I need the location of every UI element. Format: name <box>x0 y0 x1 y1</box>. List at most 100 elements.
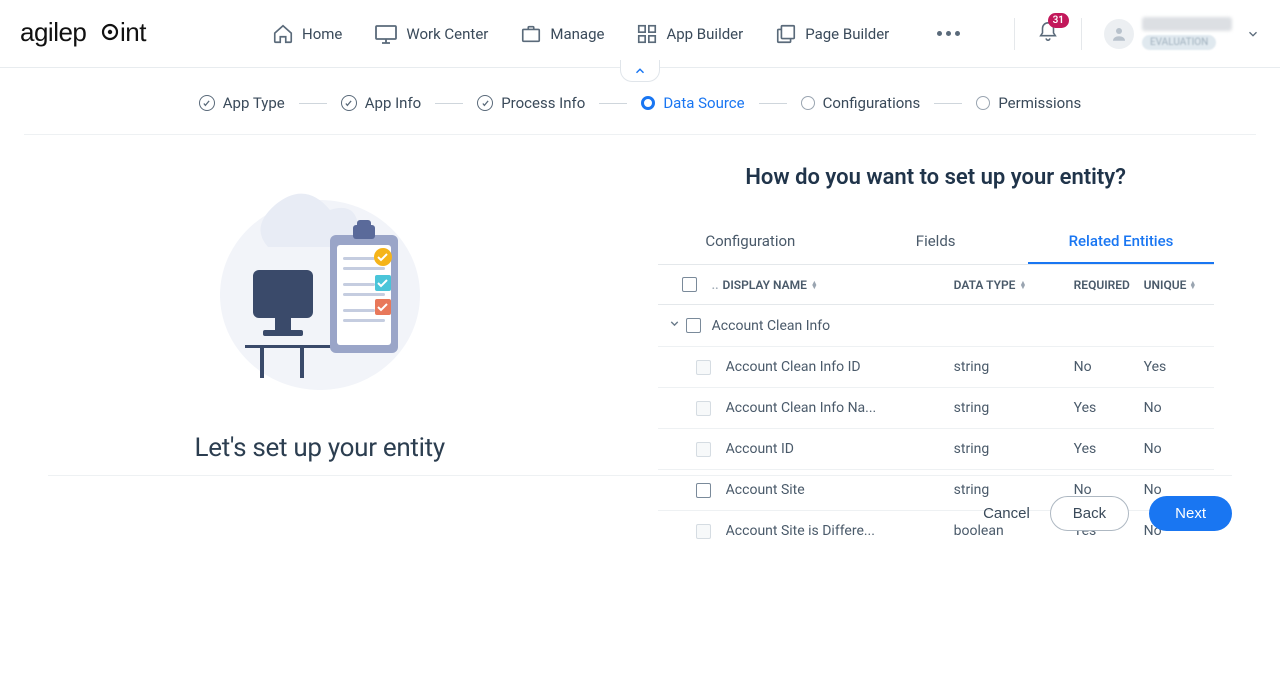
col-data-type[interactable]: DATA TYPE ▲▼ <box>954 278 1074 292</box>
person-icon <box>1110 25 1128 43</box>
svg-text:agilep: agilep <box>20 19 86 47</box>
notification-badge: 31 <box>1048 13 1069 28</box>
row-checkbox <box>696 360 711 375</box>
group-checkbox[interactable] <box>686 318 712 333</box>
chevron-down-icon <box>668 317 681 330</box>
step-process-info[interactable]: Process Info <box>477 94 585 112</box>
expand-toggle[interactable] <box>668 317 686 334</box>
col-unique[interactable]: UNIQUE ▲▼ <box>1144 278 1204 292</box>
connector <box>934 103 962 104</box>
group-row: Account Clean Info <box>658 305 1214 347</box>
main-nav: Home Work Center Manage App Builder Page… <box>272 23 968 45</box>
monitor-icon <box>374 23 398 45</box>
right-title: How do you want to set up your entity? <box>745 165 1126 190</box>
nav-home[interactable]: Home <box>272 23 342 45</box>
nav-manage-label: Manage <box>550 25 604 43</box>
cell-name: Account ID <box>726 441 954 457</box>
wizard-footer: Cancel Back Next <box>48 475 1232 531</box>
divider <box>1081 18 1082 50</box>
nav-app-builder-label: App Builder <box>666 25 743 43</box>
chevron-up-icon <box>633 64 647 78</box>
page-icon <box>775 23 797 45</box>
step-label: Permissions <box>998 94 1081 112</box>
topbar-right: 31 EVALUATION <box>1014 17 1260 50</box>
nav-page-builder-label: Page Builder <box>805 25 889 43</box>
connector <box>299 103 327 104</box>
cell-name: Account Clean Info Na... <box>726 400 954 416</box>
tab-fields[interactable]: Fields <box>843 220 1028 264</box>
collapse-header-button[interactable] <box>620 60 660 82</box>
nav-manage[interactable]: Manage <box>520 23 604 45</box>
cell-unique: Yes <box>1144 359 1204 375</box>
cell-unique: No <box>1144 441 1204 457</box>
tab-related-entities[interactable]: Related Entities <box>1028 220 1213 264</box>
connector <box>759 103 787 104</box>
todo-ring-icon <box>976 96 990 110</box>
step-label: Data Source <box>663 94 744 112</box>
user-menu[interactable]: EVALUATION <box>1104 17 1260 50</box>
nav-page-builder[interactable]: Page Builder <box>775 23 889 45</box>
chevron-down-icon <box>1246 27 1260 41</box>
check-circle-icon <box>477 95 493 111</box>
avatar <box>1104 19 1134 49</box>
top-bar: agilep int Home Work Center Manage App B… <box>0 0 1280 68</box>
table-row: Account Clean Info ID string No Yes <box>658 347 1214 388</box>
cell-type: string <box>954 441 1074 457</box>
user-text: EVALUATION <box>1142 17 1232 50</box>
step-permissions[interactable]: Permissions <box>976 94 1081 112</box>
cell-name: Account Clean Info ID <box>726 359 954 375</box>
cancel-button[interactable]: Cancel <box>983 505 1030 522</box>
divider <box>1014 18 1015 50</box>
nav-work-center[interactable]: Work Center <box>374 23 488 45</box>
col-display-name[interactable]: .. DISPLAY NAME ▲▼ <box>712 278 954 292</box>
cell-required: No <box>1074 359 1144 375</box>
cell-required: Yes <box>1074 441 1144 457</box>
home-icon <box>272 23 294 45</box>
step-label: App Type <box>223 94 285 112</box>
cell-required: Yes <box>1074 400 1144 416</box>
entity-tabs: Configuration Fields Related Entities <box>658 220 1214 265</box>
next-button[interactable]: Next <box>1149 496 1232 531</box>
row-checkbox <box>696 442 711 457</box>
cell-type: string <box>954 359 1074 375</box>
nav-home-label: Home <box>302 25 342 43</box>
connector <box>599 103 627 104</box>
step-label: App Info <box>365 94 421 112</box>
sort-icon: ▲▼ <box>1189 281 1196 289</box>
active-ring-icon <box>641 96 655 110</box>
connector <box>435 103 463 104</box>
entity-illustration <box>205 175 435 395</box>
select-all-checkbox[interactable] <box>668 277 712 292</box>
step-configurations[interactable]: Configurations <box>801 94 921 112</box>
col-required[interactable]: REQUIRED <box>1074 278 1144 292</box>
step-data-source[interactable]: Data Source <box>641 94 744 112</box>
check-circle-icon <box>199 95 215 111</box>
step-label: Process Info <box>501 94 585 112</box>
left-title: Let's set up your entity <box>195 433 445 463</box>
table-row: Account Clean Info Na... string Yes No <box>658 388 1214 429</box>
tab-configuration[interactable]: Configuration <box>658 220 843 264</box>
table-header: .. DISPLAY NAME ▲▼ DATA TYPE ▲▼ REQUIRED… <box>658 265 1214 305</box>
notifications-button[interactable]: 31 <box>1037 21 1059 47</box>
check-circle-icon <box>341 95 357 111</box>
todo-ring-icon <box>801 96 815 110</box>
table-row: Account ID string Yes No <box>658 429 1214 470</box>
step-app-info[interactable]: App Info <box>341 94 421 112</box>
briefcase-icon <box>520 23 542 45</box>
cell-type: string <box>954 400 1074 416</box>
nav-work-center-label: Work Center <box>406 25 488 43</box>
sort-icon: ▲▼ <box>1019 281 1026 289</box>
step-app-type[interactable]: App Type <box>199 94 285 112</box>
cell-unique: No <box>1144 400 1204 416</box>
step-label: Configurations <box>823 94 921 112</box>
brand-logo: agilep int <box>20 19 192 49</box>
sort-icon: ▲▼ <box>811 281 818 289</box>
nav-app-builder[interactable]: App Builder <box>636 23 743 45</box>
group-label: Account Clean Info <box>712 318 830 334</box>
svg-text:int: int <box>120 19 147 47</box>
back-button[interactable]: Back <box>1050 496 1129 531</box>
user-tag: EVALUATION <box>1142 35 1216 50</box>
grid-icon <box>636 23 658 45</box>
nav-more-button[interactable] <box>929 23 968 44</box>
main-panel: App Type App Info Process Info Data Sour… <box>0 68 1280 545</box>
